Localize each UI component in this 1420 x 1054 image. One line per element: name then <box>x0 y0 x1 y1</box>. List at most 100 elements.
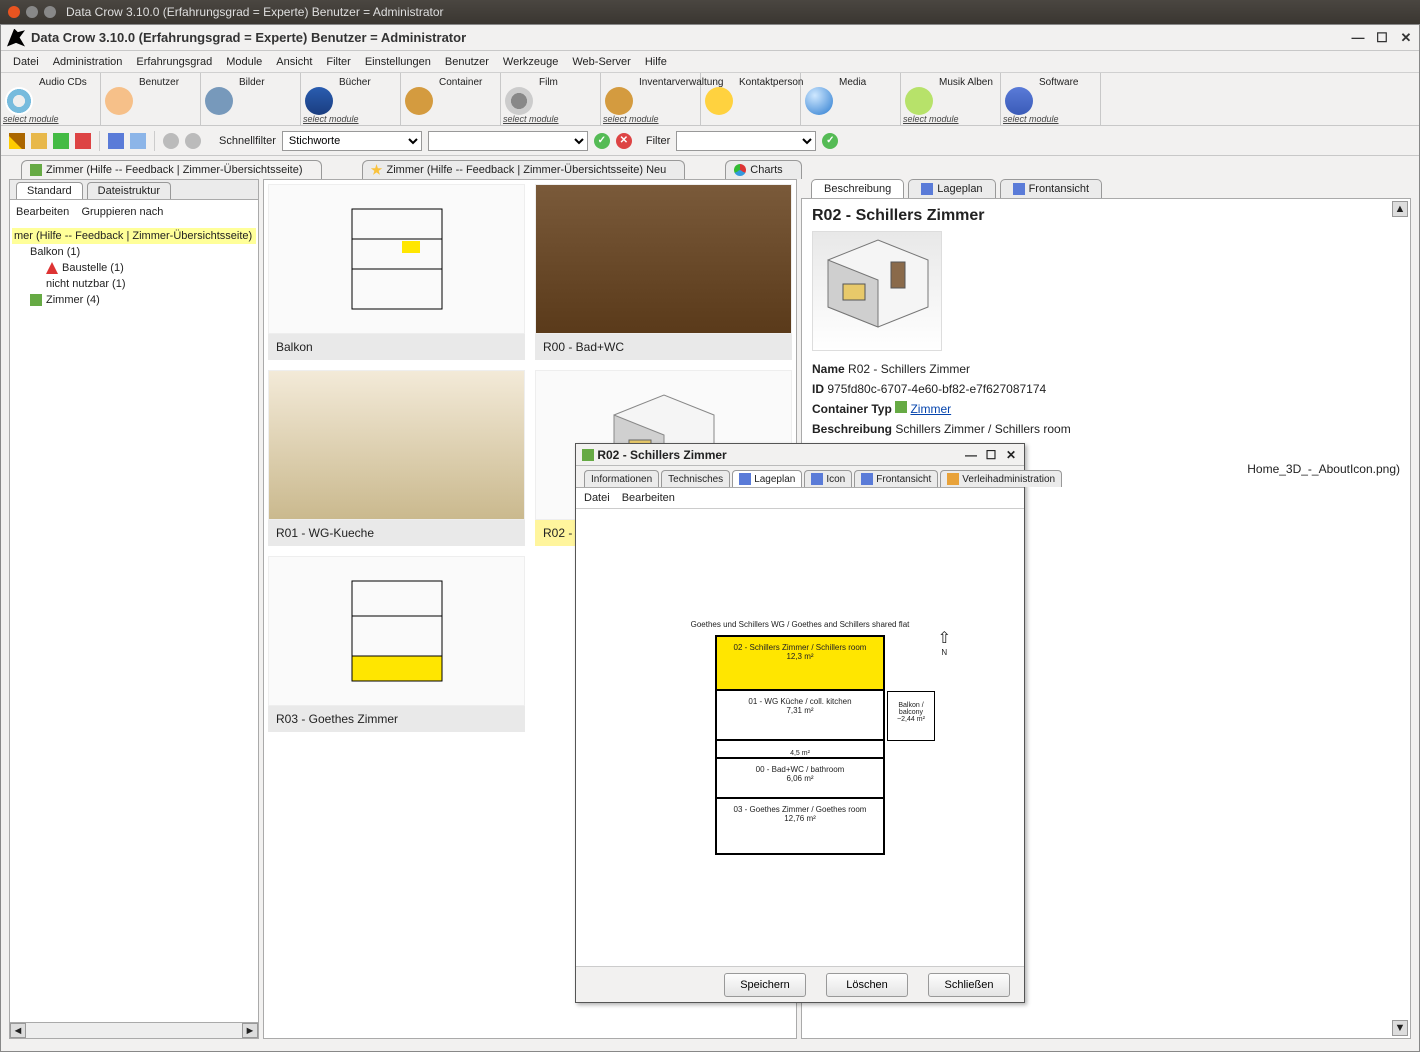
os-maximize-button[interactable] <box>44 6 56 18</box>
thumbnail <box>535 184 792 334</box>
dialog-minimize-button[interactable]: — <box>964 448 978 462</box>
module-audio-cds[interactable]: Audio CDsselect module <box>1 73 101 125</box>
left-tab-standard[interactable]: Standard <box>16 182 83 199</box>
minimize-button[interactable]: — <box>1351 31 1365 45</box>
delete-button[interactable]: Löschen <box>826 973 908 997</box>
module-kontaktperson[interactable]: Kontaktperson <box>701 73 801 125</box>
disk-icon <box>1005 87 1033 115</box>
wizard-icon[interactable] <box>9 133 25 149</box>
quickfilter-label: Schnellfilter <box>219 135 276 147</box>
menu-erfahrungsgrad[interactable]: Erfahrungsgrad <box>130 54 218 70</box>
os-close-button[interactable] <box>8 6 20 18</box>
scroll-down-button[interactable]: ▼ <box>1392 1020 1408 1036</box>
detail-tab-lageplan[interactable]: Lageplan <box>908 179 995 198</box>
tree-root[interactable]: mer (Hilfe -- Feedback | Zimmer-Übersich… <box>12 228 256 244</box>
close-dialog-button[interactable]: Schließen <box>928 973 1010 997</box>
close-button[interactable]: ✕ <box>1399 31 1413 45</box>
menu-werkzeuge[interactable]: Werkzeuge <box>497 54 564 70</box>
menu-webserver[interactable]: Web-Server <box>566 54 636 70</box>
dlg-tab-verleih[interactable]: Verleihadministration <box>940 470 1062 487</box>
module-film[interactable]: Filmselect module <box>501 73 601 125</box>
menu-administration[interactable]: Administration <box>47 54 129 70</box>
dialog-body: ⇧N Goethes und Schillers WG / Goethes an… <box>576 508 1024 966</box>
tab-zimmer[interactable]: Zimmer (Hilfe -- Feedback | Zimmer-Übers… <box>21 160 322 179</box>
dlg-tab-technisches[interactable]: Technisches <box>661 470 730 487</box>
module-benutzer[interactable]: Benutzer <box>101 73 201 125</box>
detail-tab-frontansicht[interactable]: Frontansicht <box>1000 179 1103 198</box>
thumbnail <box>268 370 525 520</box>
dlg-tab-informationen[interactable]: Informationen <box>584 470 659 487</box>
dialog-maximize-button[interactable]: ☐ <box>984 448 998 462</box>
quickfilter-apply-button[interactable]: ✓ <box>594 133 610 149</box>
menu-hilfe[interactable]: Hilfe <box>639 54 673 70</box>
dlg-tab-lageplan[interactable]: Lageplan <box>732 470 802 487</box>
filter-apply-button[interactable]: ✓ <box>822 133 838 149</box>
quickfilter-field-select[interactable]: Stichworte <box>282 131 422 151</box>
module-bilder[interactable]: Bilder <box>201 73 301 125</box>
dlg-tab-icon[interactable]: Icon <box>804 470 852 487</box>
card-r03[interactable]: R03 - Goethes Zimmer <box>268 556 525 732</box>
app-window: Data Crow 3.10.0 (Erfahrungsgrad = Exper… <box>0 24 1420 1052</box>
delete-icon[interactable] <box>75 133 91 149</box>
dlg-menu-datei[interactable]: Datei <box>584 492 610 504</box>
image-icon <box>1013 183 1025 195</box>
tab-zimmer-neu[interactable]: Zimmer (Hilfe -- Feedback | Zimmer-Übers… <box>362 160 686 179</box>
module-software[interactable]: Softwareselect module <box>1001 73 1101 125</box>
scroll-up-button[interactable]: ▲ <box>1392 201 1408 217</box>
main-tabs: Zimmer (Hilfe -- Feedback | Zimmer-Übers… <box>21 160 1419 179</box>
image-icon <box>811 473 823 485</box>
fp-room-00: 00 - Bad+WC / bathroom6,06 m² <box>715 759 885 799</box>
card-r01[interactable]: R01 - WG-Kueche <box>268 370 525 546</box>
left-panel: Standard Dateistruktur Bearbeiten Gruppi… <box>9 179 259 1039</box>
zoom-in-icon[interactable] <box>163 133 179 149</box>
dialog-close-button[interactable]: ✕ <box>1004 448 1018 462</box>
quickfilter-value-select[interactable] <box>428 131 588 151</box>
menu-module[interactable]: Module <box>220 54 268 70</box>
tree-scrollbar[interactable]: ◄► <box>10 1022 258 1038</box>
tree-item-zimmer[interactable]: Zimmer (4) <box>12 292 256 308</box>
menu-filter[interactable]: Filter <box>320 54 356 70</box>
tree-item-baustelle[interactable]: Baustelle (1) <box>12 260 256 276</box>
module-buecher[interactable]: Bücherselect module <box>301 73 401 125</box>
fp-hall: 4,5 m² <box>715 741 885 759</box>
container-type-link[interactable]: Zimmer <box>910 402 951 416</box>
dlg-menu-bearbeiten[interactable]: Bearbeiten <box>622 492 675 504</box>
menu-einstellungen[interactable]: Einstellungen <box>359 54 437 70</box>
zoom-out-icon[interactable] <box>185 133 201 149</box>
cd-icon <box>5 87 33 115</box>
action-bearbeiten[interactable]: Bearbeiten <box>16 206 69 218</box>
tree-item-nicht-nutzbar[interactable]: nicht nutzbar (1) <box>12 276 256 292</box>
menu-datei[interactable]: Datei <box>7 54 45 70</box>
left-tab-dateistruktur[interactable]: Dateistruktur <box>87 182 171 199</box>
card-balkon[interactable]: Balkon <box>268 184 525 360</box>
tree-item-balkon[interactable]: Balkon (1) <box>12 244 256 260</box>
tab-charts[interactable]: Charts <box>725 160 801 179</box>
filter-select[interactable] <box>676 131 816 151</box>
menu-ansicht[interactable]: Ansicht <box>270 54 318 70</box>
module-musik-alben[interactable]: Musik Albenselect module <box>901 73 1001 125</box>
menubar: Datei Administration Erfahrungsgrad Modu… <box>1 51 1419 73</box>
house-icon <box>895 401 907 413</box>
save-button[interactable]: Speichern <box>724 973 806 997</box>
action-gruppieren[interactable]: Gruppieren nach <box>81 206 163 218</box>
open-icon[interactable] <box>31 133 47 149</box>
detail-tab-beschreibung[interactable]: Beschreibung <box>811 179 904 198</box>
compass-icon: ⇧N <box>938 628 951 657</box>
music-icon <box>905 87 933 115</box>
add-icon[interactable] <box>53 133 69 149</box>
os-minimize-button[interactable] <box>26 6 38 18</box>
maximize-button[interactable]: ☐ <box>1375 31 1389 45</box>
image-icon <box>861 473 873 485</box>
container-icon <box>405 87 433 115</box>
image-icon <box>921 183 933 195</box>
dlg-tab-frontansicht[interactable]: Frontansicht <box>854 470 938 487</box>
save-icon[interactable] <box>108 133 124 149</box>
module-inventar[interactable]: Inventarverwaltungselect module <box>601 73 701 125</box>
inventory-icon <box>605 87 633 115</box>
copy-icon[interactable] <box>130 133 146 149</box>
card-r00[interactable]: R00 - Bad+WC <box>535 184 792 360</box>
quickfilter-clear-button[interactable]: ✕ <box>616 133 632 149</box>
module-media[interactable]: Media <box>801 73 901 125</box>
module-container[interactable]: Container <box>401 73 501 125</box>
menu-benutzer[interactable]: Benutzer <box>439 54 495 70</box>
